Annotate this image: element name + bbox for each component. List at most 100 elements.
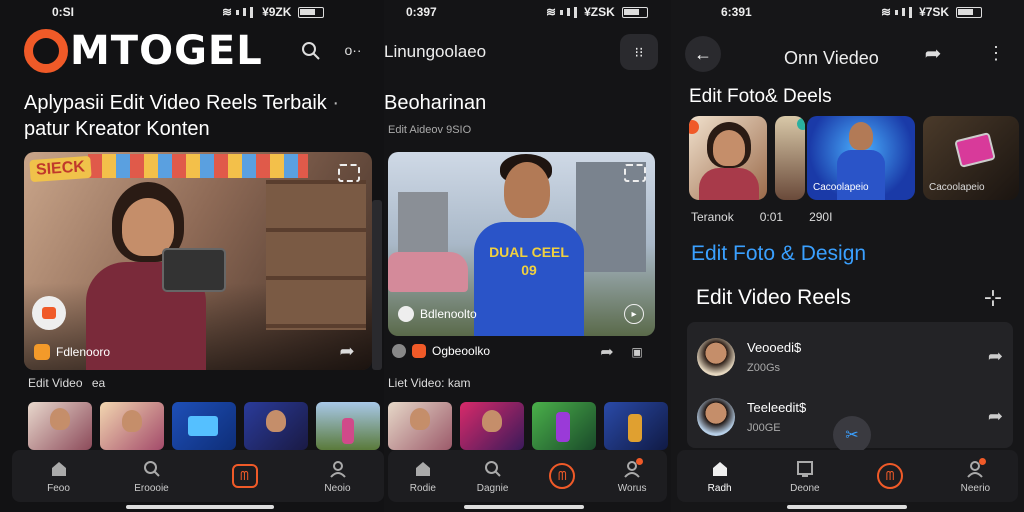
screens-container: 0:SI ≋ ¥9ZK MTOGEL o·· Aplypasii Edit Vi… <box>0 0 1024 512</box>
play-badge-icon[interactable] <box>32 296 66 330</box>
battery-text: ¥7SK <box>919 5 950 19</box>
share-icon[interactable]: ➦ <box>596 342 618 362</box>
nav-home[interactable]: Radh <box>690 458 750 494</box>
design-title[interactable]: Edit Foto & Design <box>691 242 866 266</box>
thumbnail-strip <box>28 402 380 450</box>
thumb-figure <box>556 412 570 442</box>
section-title: Edit Foto& Deels <box>689 86 832 107</box>
list-item-sub: Z00Gs <box>747 362 781 374</box>
section-label: Edit Video ea <box>28 376 105 390</box>
nav-search[interactable]: Dagnie <box>463 458 523 494</box>
thumb-person <box>266 410 286 432</box>
thumbnail[interactable] <box>604 402 668 450</box>
stat-time: 0:01 <box>759 210 784 224</box>
nav-home[interactable]: Feoo <box>29 458 89 494</box>
camera-icon[interactable]: ▣ <box>626 342 648 362</box>
video-card-phone[interactable]: Cacoolapeio <box>923 116 1019 200</box>
thumbnail[interactable] <box>316 402 380 450</box>
thumbnail[interactable] <box>532 402 596 450</box>
share-icon[interactable]: ➦ <box>919 40 947 66</box>
nav-search[interactable]: Eroooie <box>122 458 182 494</box>
nav-edit[interactable]: Deone <box>775 458 835 494</box>
nav-home[interactable]: Rodie <box>393 458 453 494</box>
nav-create[interactable]: ᗰ <box>860 463 920 489</box>
home-icon <box>709 458 731 480</box>
nav-create[interactable]: ᗰ <box>532 463 592 489</box>
add-icon[interactable]: ⊹ <box>979 284 1007 312</box>
user-avatar-icon <box>398 306 414 322</box>
battery-icon <box>956 6 983 18</box>
section-label-extra: ea <box>91 376 106 390</box>
signal-bar <box>250 6 254 18</box>
featured-video-card[interactable]: SIECK Fdlenooro ➦ <box>24 152 372 370</box>
thumbnail[interactable] <box>28 402 92 450</box>
back-arrow-icon[interactable]: ← <box>685 36 721 72</box>
play-icon[interactable]: ▸ <box>624 304 644 324</box>
share-icon[interactable]: ➦ <box>988 406 1003 427</box>
notification-dot <box>636 458 644 465</box>
share-icon[interactable]: ➦ <box>336 340 358 362</box>
thumb-person <box>482 410 502 432</box>
card-sign: SIECK <box>29 155 92 183</box>
user-avatar-icon <box>34 344 50 360</box>
avatar <box>697 398 735 436</box>
stat-count: 290I <box>809 210 833 224</box>
reels-title: Edit Video Reels <box>696 286 851 309</box>
screen-home: 0:SI ≋ ¥9ZK MTOGEL o·· Aplypasii Edit Vi… <box>0 0 384 512</box>
user-avatar-icon <box>392 344 406 358</box>
edit-icon <box>794 458 816 480</box>
video-card-jersey[interactable]: Cacoolapeio <box>807 116 915 200</box>
status-time: 0:SI <box>52 5 75 19</box>
profile-icon <box>964 458 987 480</box>
nav-create[interactable]: ᗰ <box>215 464 275 488</box>
thumbnail[interactable] <box>172 402 236 450</box>
list-item-sub: J00GE <box>747 422 781 434</box>
photo-card[interactable] <box>689 116 767 200</box>
thumbnail[interactable] <box>244 402 308 450</box>
thumbnail[interactable] <box>460 402 524 450</box>
signal-bar <box>909 6 913 18</box>
jersey-text: DUAL CEEL <box>489 244 569 260</box>
person-face <box>504 162 550 218</box>
screen-video-detail: 6:391 ≋ ¥7SK ← Onn Viedeo ➦ ⋮ Edit Foto&… <box>671 0 1024 512</box>
side-peek-card <box>372 200 382 370</box>
nav-label: Dagnie <box>476 483 509 494</box>
footer-user-row[interactable]: Ogbeoolko <box>392 344 490 358</box>
thumb-person <box>122 410 142 432</box>
card-user-row[interactable]: Fdlenooro <box>34 344 110 360</box>
screen-title: Onn Viedeo <box>784 48 879 68</box>
app-logo[interactable]: MTOGEL <box>24 28 263 74</box>
expand-icon[interactable] <box>624 164 646 182</box>
thumbnail-strip <box>388 402 668 450</box>
nav-label: Radh <box>707 483 732 494</box>
search-icon[interactable] <box>298 38 324 64</box>
nav-profile[interactable]: Worus <box>602 458 662 494</box>
thumbnail[interactable] <box>388 402 452 450</box>
expand-icon[interactable] <box>338 164 360 182</box>
stats-row: Teranok 0:01 290I <box>691 210 832 224</box>
more-vertical-icon[interactable]: ⋮ <box>987 40 1005 66</box>
nav-profile[interactable]: Neerio <box>945 458 1005 494</box>
list-item[interactable]: Veooedi$ Z00Gs ➦ <box>697 336 1003 380</box>
badge-dot <box>797 118 805 130</box>
photo-card-partial[interactable] <box>775 116 805 200</box>
card-user-row[interactable]: Bdlenoolto <box>398 306 477 322</box>
battery-text: ¥ZSK <box>584 5 615 19</box>
profile-icon <box>621 458 644 480</box>
headline-line-2: patur Kreator Konten <box>24 118 210 140</box>
thumbnail[interactable] <box>100 402 164 450</box>
floating-edit-button[interactable]: ✂ <box>833 416 871 454</box>
more-icon[interactable]: o·· <box>342 40 364 60</box>
headline-line-1: Aplypasii Edit Video Reels Terbaik · <box>24 92 339 114</box>
featured-video-card[interactable]: DUAL CEEL 09 Bdlenoolto ▸ <box>388 152 655 336</box>
bottom-nav: Radh Deone ᗰ Neerio <box>677 450 1018 502</box>
person-body <box>699 168 759 200</box>
nav-profile[interactable]: Neoio <box>308 458 368 494</box>
signal-bar <box>574 6 578 18</box>
wifi-icon: ≋ <box>546 5 557 19</box>
screen-feed: 0:397 ≋ ¥ZSK Linungoolaeo ⁝⁝ Beoharinan … <box>384 0 671 512</box>
badge-dot <box>689 120 699 134</box>
share-icon[interactable]: ➦ <box>988 346 1003 367</box>
grid-menu-icon[interactable]: ⁝⁝ <box>620 34 658 70</box>
status-icons: ≋ ¥9ZK <box>222 5 325 19</box>
